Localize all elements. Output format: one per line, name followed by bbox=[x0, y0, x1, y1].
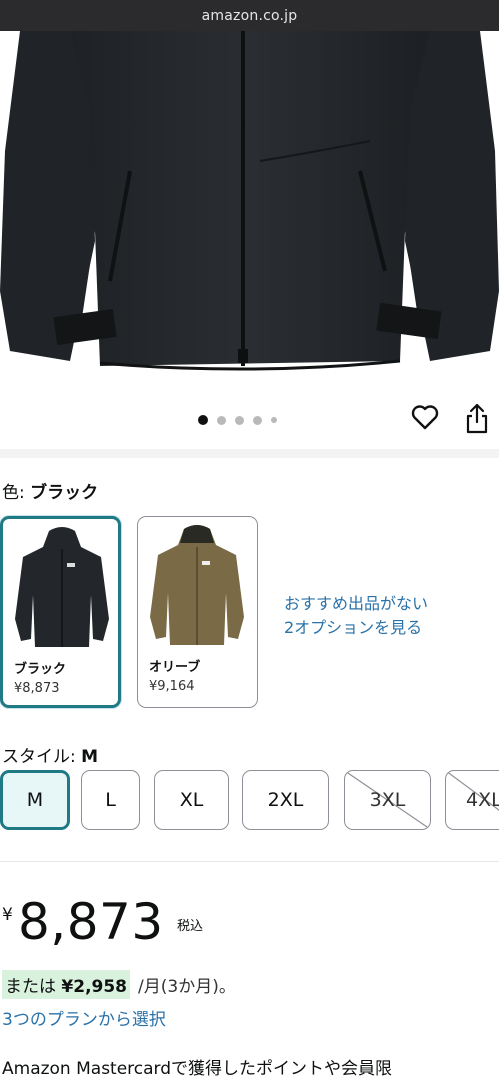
currency-symbol: ¥ bbox=[2, 905, 13, 925]
size-option-2xl[interactable]: 2XL bbox=[242, 770, 329, 830]
installment-highlight: または ¥2,958 bbox=[2, 970, 131, 999]
carousel-dot[interactable] bbox=[217, 415, 226, 425]
size-option-label: XL bbox=[179, 789, 204, 811]
section-divider bbox=[0, 861, 499, 862]
carousel-dot[interactable] bbox=[253, 415, 262, 425]
style-label-prefix: スタイル: bbox=[2, 747, 82, 767]
carousel-dot[interactable] bbox=[235, 415, 244, 425]
color-option-olive[interactable]: オリーブ ¥9,164 bbox=[137, 516, 258, 708]
more-options-line: 2オプションを見る bbox=[284, 618, 423, 637]
color-option-name: オリーブ bbox=[149, 660, 201, 675]
installment-amount: ¥2,958 bbox=[61, 977, 128, 997]
color-label-prefix: 色: bbox=[2, 483, 31, 503]
size-option-m[interactable]: M bbox=[0, 770, 70, 830]
heart-icon[interactable] bbox=[411, 404, 439, 430]
installment-prefix: または bbox=[5, 977, 56, 997]
share-icon[interactable] bbox=[464, 402, 490, 434]
product-image[interactable] bbox=[0, 31, 499, 381]
color-selected-value: ブラック bbox=[30, 483, 99, 503]
style-label: スタイル: M bbox=[2, 742, 98, 767]
tax-note: 税込 bbox=[177, 919, 204, 934]
more-options-link[interactable]: おすすめ出品がない 2オプションを見る bbox=[284, 592, 474, 640]
more-options-line: おすすめ出品がない bbox=[284, 594, 429, 613]
size-option-label: 4XL bbox=[466, 789, 499, 811]
size-option-xl[interactable]: XL bbox=[154, 770, 229, 830]
size-option-label: 2XL bbox=[267, 789, 304, 811]
size-option-4xl[interactable]: 4XL bbox=[445, 770, 499, 830]
jacket-thumbnail-icon bbox=[150, 525, 244, 645]
size-option-label: M bbox=[26, 789, 44, 811]
color-option-price: ¥8,873 bbox=[14, 681, 60, 696]
jacket-image-icon bbox=[0, 31, 499, 381]
promo-text: Amazon Mastercardで獲得したポイントや会員限 bbox=[2, 1059, 393, 1079]
size-option-l[interactable]: L bbox=[81, 770, 140, 830]
color-option-name: ブラック bbox=[14, 662, 67, 677]
size-option-label: L bbox=[105, 789, 116, 811]
color-option-price: ¥9,164 bbox=[149, 679, 195, 694]
color-label: 色: ブラック bbox=[2, 478, 98, 503]
section-divider bbox=[0, 449, 499, 458]
installment-suffix: /月(3か月)。 bbox=[138, 977, 236, 997]
installment-info: または ¥2,958 /月(3か月)。 bbox=[2, 970, 236, 999]
url-text: amazon.co.jp bbox=[201, 7, 298, 24]
jacket-thumbnail-icon bbox=[15, 527, 109, 647]
carousel-dot[interactable] bbox=[198, 415, 208, 425]
carousel-dot[interactable] bbox=[271, 417, 277, 423]
size-option-3xl[interactable]: 3XL bbox=[344, 770, 431, 830]
size-option-label: 3XL bbox=[369, 789, 406, 811]
installment-plans-link[interactable]: 3つのプランから選択 bbox=[2, 1005, 166, 1030]
color-option-black[interactable]: ブラック ¥8,873 bbox=[0, 516, 121, 708]
carousel-dots[interactable] bbox=[198, 415, 277, 425]
price-amount: 8,873 bbox=[18, 893, 164, 951]
style-selected-value: M bbox=[81, 747, 99, 767]
address-bar[interactable]: amazon.co.jp bbox=[0, 0, 499, 31]
